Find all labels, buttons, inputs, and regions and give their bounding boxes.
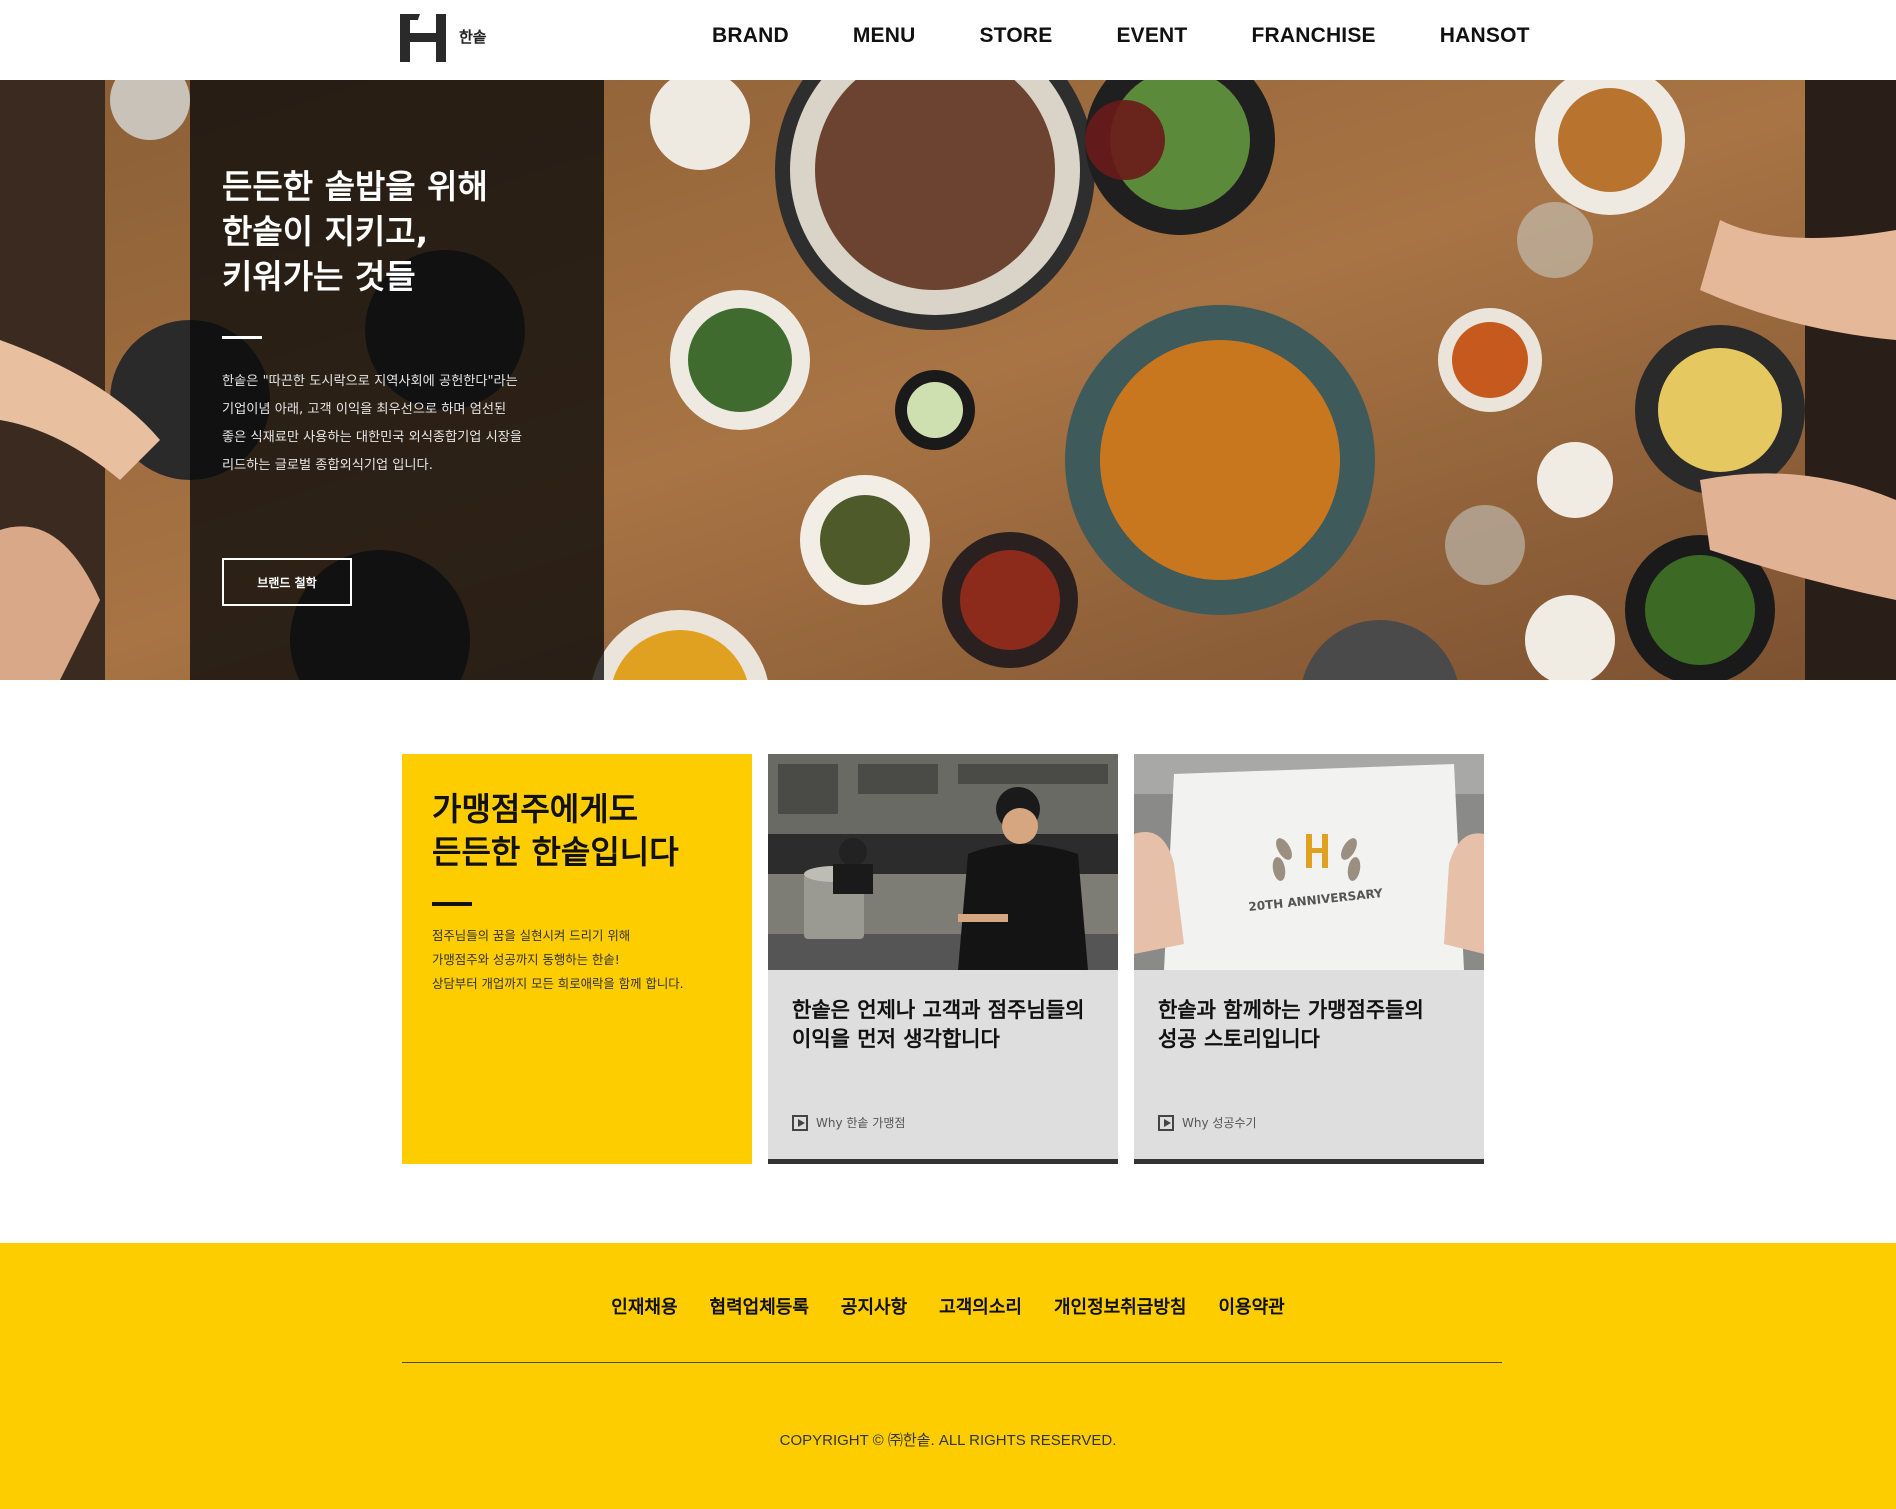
- nav-brand[interactable]: BRAND: [712, 24, 789, 48]
- nav-hansot[interactable]: HANSOT: [1440, 24, 1530, 48]
- logo-text: 한솥: [459, 28, 487, 46]
- copyright-text: COPYRIGHT © ㈜한솥. ALL RIGHTS RESERVED.: [779, 1432, 1117, 1449]
- franchise-title: 가맹점주에게도 든든한 한솥입니다: [432, 790, 679, 871]
- site-header: 한솥 BRAND MENU STORE EVENT FRANCHISE HANS…: [0, 0, 1896, 80]
- main-nav: BRAND MENU STORE EVENT FRANCHISE HANSOT: [712, 24, 1594, 48]
- nav-event[interactable]: EVENT: [1116, 24, 1187, 48]
- play-icon: [1158, 1114, 1174, 1131]
- footer-divider: [402, 1362, 1502, 1363]
- nav-store[interactable]: STORE: [979, 24, 1052, 48]
- card-text: 한솥은 언제나 고객과 점주님들의 이익을 먼저 생각합니다: [792, 998, 1085, 1051]
- card-link-label: Why 성공수기: [1182, 1116, 1257, 1130]
- footer-link-customer-voice[interactable]: 고객의소리: [939, 1293, 1022, 1319]
- footer-links: 인재채용 협력업체등록 공지사항 고객의소리 개인정보취급방침 이용약관: [0, 1293, 1896, 1319]
- footer-link-recruit[interactable]: 인재채용: [611, 1293, 677, 1319]
- footer-link-partner[interactable]: 협력업체등록: [710, 1293, 809, 1319]
- why-hansot-franchise-link[interactable]: Why 한솥 가맹점: [792, 1114, 905, 1131]
- hero-banner: 든든한 솥밥을 위해 한솥이 지키고, 키워가는 것들 한솥은 "따끈한 도시락…: [0, 80, 1896, 680]
- play-icon: [792, 1114, 808, 1131]
- footer-link-terms[interactable]: 이용약관: [1218, 1293, 1284, 1319]
- hero-title: 든든한 솥밥을 위해 한솥이 지키고, 키워가는 것들: [222, 167, 488, 296]
- footer-link-privacy[interactable]: 개인정보취급방침: [1054, 1293, 1186, 1319]
- brand-philosophy-button[interactable]: 브랜드 철학: [222, 558, 352, 606]
- anniversary-image: 20TH ANNIVERSARY: [1134, 754, 1484, 970]
- hansot-logo-icon: [400, 14, 446, 62]
- franchise-divider: [432, 902, 472, 906]
- franchise-intro-card: 가맹점주에게도 든든한 한솥입니다 점주님들의 꿈을 실현시켜 드리기 위해 가…: [402, 754, 752, 1164]
- footer-link-notice[interactable]: 공지사항: [841, 1293, 907, 1319]
- card-link-label: Why 한솥 가맹점: [816, 1116, 906, 1130]
- success-story-card[interactable]: 20TH ANNIVERSARY 한솥과 함께하는 가맹점주들의 성공 스토리입…: [1134, 754, 1484, 1164]
- hero-description: 한솥은 "따끈한 도시락으로 지역사회에 공헌한다"라는 기업이념 아래, 고객…: [222, 374, 523, 473]
- kitchen-image: [768, 754, 1118, 970]
- franchise-description: 점주님들의 꿈을 실현시켜 드리기 위해 가맹점주와 성공까지 동행하는 한솥!…: [432, 928, 684, 991]
- why-success-story-link[interactable]: Why 성공수기: [1158, 1114, 1257, 1131]
- franchise-why-card[interactable]: 한솥은 언제나 고객과 점주님들의 이익을 먼저 생각합니다 Why 한솥 가맹…: [768, 754, 1118, 1164]
- logo[interactable]: 한솥: [400, 14, 487, 62]
- nav-menu[interactable]: MENU: [853, 24, 916, 48]
- card-text: 한솥과 함께하는 가맹점주들의 성공 스토리입니다: [1158, 998, 1424, 1051]
- site-footer: 인재채용 협력업체등록 공지사항 고객의소리 개인정보취급방침 이용약관 COP…: [0, 1243, 1896, 1509]
- nav-franchise[interactable]: FRANCHISE: [1251, 24, 1375, 48]
- hero-divider: [222, 336, 262, 339]
